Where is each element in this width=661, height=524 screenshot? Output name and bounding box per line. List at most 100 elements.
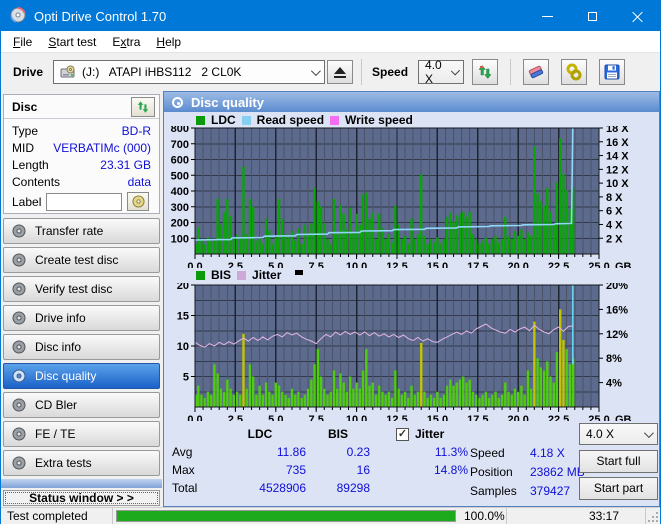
legend-swatch xyxy=(196,270,205,280)
drive-value: (J:) ATAPI iHBS112 2 CL0K xyxy=(82,65,242,79)
maximize-icon xyxy=(588,11,597,21)
svg-text:2.5: 2.5 xyxy=(228,414,243,421)
erase-disc-button[interactable] xyxy=(523,59,550,85)
tools-button[interactable] xyxy=(561,59,588,85)
sidebar-item-label: Extra tests xyxy=(35,456,92,470)
progress-bar xyxy=(116,510,456,522)
save-icon xyxy=(604,64,620,80)
disc-icon xyxy=(12,224,26,238)
bis-value: 16 xyxy=(356,463,370,477)
svg-text:15.0: 15.0 xyxy=(427,261,448,268)
disc-icon xyxy=(12,340,26,354)
sidebar-item-drive-info[interactable]: Drive info xyxy=(3,305,160,331)
disc-label-input[interactable] xyxy=(46,192,123,211)
progress-fill xyxy=(117,511,455,521)
svg-text:17.5: 17.5 xyxy=(467,261,488,268)
svg-text:17.5: 17.5 xyxy=(467,414,488,421)
speed-select[interactable]: 4.0 X xyxy=(418,58,465,86)
maximize-button[interactable] xyxy=(570,1,615,31)
window-title: Opti Drive Control 1.70 xyxy=(34,8,167,24)
jitter-value: 11.3% xyxy=(434,445,468,459)
menu-item-start-test[interactable]: Start test xyxy=(40,33,104,51)
svg-text:GB: GB xyxy=(615,261,632,268)
sidebar-item-cd-bler[interactable]: CD Bler xyxy=(3,392,160,418)
sidebar-item-label: Drive info xyxy=(35,311,86,325)
disc-property-row: Contents data xyxy=(4,173,159,190)
svg-text:16 X: 16 X xyxy=(606,137,629,149)
svg-text:14 X: 14 X xyxy=(606,151,629,163)
stats-area: LDC BIS ✓ Jitter Avg 11.86 0.23 11.3% Max 735 16 14… xyxy=(168,422,658,506)
disc-properties: Type BD-R MID VERBATIMc (000) Length 23.31 GB… xyxy=(4,119,159,190)
refresh-speeds-button[interactable] xyxy=(472,59,499,85)
disc-icon xyxy=(172,96,183,108)
sidebar-item-create-test-disc[interactable]: Create test disc xyxy=(3,247,160,273)
disc-label-caption: Label xyxy=(12,194,42,209)
svg-text:18 X: 18 X xyxy=(606,126,629,135)
menu-item-help[interactable]: Help xyxy=(148,33,189,51)
status-bar: Test completed 100.0% 33:17 xyxy=(1,507,660,524)
eject-icon xyxy=(334,66,347,74)
resize-grip[interactable] xyxy=(648,512,658,522)
minimize-button[interactable] xyxy=(525,1,570,31)
svg-text:25.0: 25.0 xyxy=(588,414,609,421)
toolbar: Drive (J:) ATAPI iHBS112 2 CL0K Speed 4.… xyxy=(1,53,660,91)
stat-value: 379427 xyxy=(530,483,571,498)
legend-label: BIS xyxy=(211,268,232,282)
svg-text:400: 400 xyxy=(171,186,189,198)
disc-property-row: Length 23.31 GB xyxy=(4,156,159,173)
jitter-checkbox[interactable]: ✓ xyxy=(396,427,409,441)
sidebar-item-disc-info[interactable]: Disc info xyxy=(3,334,160,360)
disc-group-title: Disc xyxy=(12,99,38,114)
sidebar-item-verify-test-disc[interactable]: Verify test disc xyxy=(3,276,160,302)
drive-label: Drive xyxy=(13,65,44,79)
close-button[interactable] xyxy=(615,1,660,31)
menu-item-extra[interactable]: Extra xyxy=(104,33,148,51)
stat-value: 23862 MB xyxy=(530,464,585,479)
svg-text:8 X: 8 X xyxy=(606,192,623,204)
ldc-value: 735 xyxy=(285,463,306,477)
drive-select[interactable]: (J:) ATAPI iHBS112 2 CL0K xyxy=(53,60,326,84)
sidebar-item-disc-quality[interactable]: Disc quality xyxy=(3,363,160,389)
svg-text:20.0: 20.0 xyxy=(507,261,528,268)
test-speed-select[interactable]: 4.0 X xyxy=(579,423,658,445)
status-window-button[interactable]: Status window > > xyxy=(3,490,160,506)
title-bar: Opti Drive Control 1.70 xyxy=(1,1,660,31)
stats-row-label: Total xyxy=(172,481,198,495)
disc-info-group: Disc Type BD-R MID VERBATIMc (000) Length 23.… xyxy=(3,94,160,214)
disc-icon xyxy=(12,282,26,296)
sidebar-item-label: Transfer rate xyxy=(35,224,104,238)
disc-icon xyxy=(12,456,26,470)
speed-value: 4.0 X xyxy=(425,58,442,86)
refresh-icon xyxy=(478,65,492,79)
svg-text:300: 300 xyxy=(171,202,189,214)
svg-text:12.5: 12.5 xyxy=(386,414,407,421)
svg-text:200: 200 xyxy=(171,218,189,230)
sidebar-item-fe-te[interactable]: FE / TE xyxy=(3,421,160,447)
start-full-button[interactable]: Start full xyxy=(579,450,658,473)
refresh-disc-button[interactable] xyxy=(131,96,155,117)
disc-icon xyxy=(12,253,26,267)
svg-text:5: 5 xyxy=(183,372,189,384)
save-button[interactable] xyxy=(599,59,626,85)
legend-swatch xyxy=(241,115,251,125)
svg-text:4%: 4% xyxy=(606,378,622,390)
content-area: Disc Type BD-R MID VERBATIMc (000) Length 23.… xyxy=(1,91,660,507)
menu-item-file[interactable]: File xyxy=(5,33,40,51)
write-label-button[interactable] xyxy=(127,192,150,211)
sidebar-item-transfer-rate[interactable]: Transfer rate xyxy=(3,218,160,244)
legend-marker xyxy=(295,269,304,275)
legend-label: LDC xyxy=(211,113,236,127)
sidebar-item-extra-tests[interactable]: Extra tests xyxy=(3,450,160,476)
start-part-button[interactable]: Start part xyxy=(579,477,658,500)
property-label: Length xyxy=(12,157,49,172)
property-value: BD-R xyxy=(121,123,151,138)
eject-button[interactable] xyxy=(327,60,354,84)
stat-label: Samples xyxy=(470,483,517,498)
disc-icon xyxy=(12,427,26,441)
panel-header: Disc quality xyxy=(164,92,659,112)
app-disc-icon xyxy=(10,6,26,26)
property-value: data xyxy=(127,174,151,189)
toolbar-separator xyxy=(510,59,512,85)
svg-text:6 X: 6 X xyxy=(606,206,623,218)
sidebar-item-label: Disc quality xyxy=(35,369,97,383)
